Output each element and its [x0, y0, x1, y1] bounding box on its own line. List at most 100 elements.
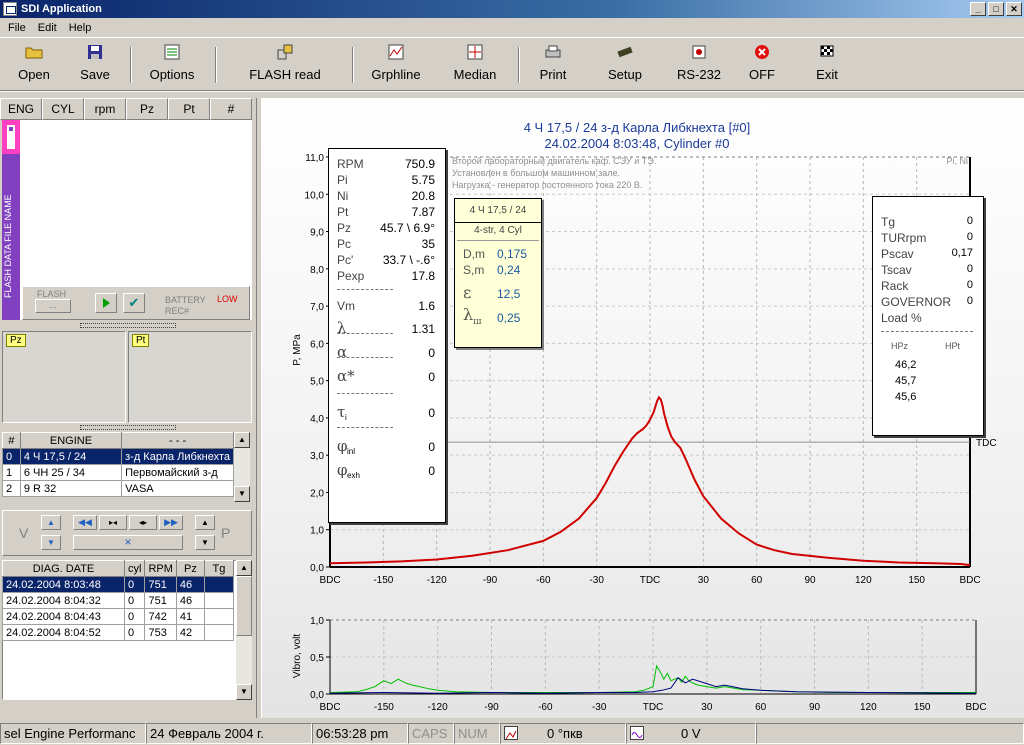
y-tick-label: 1,0	[310, 616, 324, 627]
nav-up-button[interactable]: ▲	[41, 515, 61, 530]
x-tick-label: -60	[538, 702, 553, 713]
delete-record-button[interactable]: ×	[73, 535, 183, 550]
scroll-up-icon[interactable]: ▲	[234, 432, 250, 448]
splitter-handle[interactable]	[80, 323, 176, 328]
param-label: φ	[337, 461, 348, 479]
nav-v-label: V	[19, 525, 29, 541]
table-row[interactable]: 24.02.2004 8:04:52 0 753 42	[2, 624, 235, 641]
status-num: NUM	[454, 723, 500, 744]
print-button[interactable]: Print	[532, 43, 574, 89]
table-row[interactable]: 1 6 ЧН 25 / 34 Первомайский з-д	[2, 464, 234, 481]
engine-col-dash[interactable]: - - -	[121, 432, 234, 449]
nav-panel: V ▲ ▼ ◀◀ ▸◂ ◂▸ ▶▶ × ▲ ▼ P	[2, 510, 252, 556]
play-button[interactable]	[95, 293, 117, 313]
x-tick-label: -120	[428, 702, 448, 713]
col-pz[interactable]: Pz	[126, 98, 168, 120]
median-button[interactable]: Median	[448, 43, 502, 89]
first-record-button[interactable]: ◀◀	[73, 515, 97, 530]
note-2: Установлен в большом машинном зале.	[452, 168, 620, 178]
col-cyl[interactable]: CYL	[42, 98, 84, 120]
y-tick-label: 0,0	[310, 563, 324, 574]
cell: 0	[123, 576, 146, 593]
cell: VASA	[121, 480, 234, 497]
diag-col-rpm[interactable]: RPM	[144, 560, 177, 577]
cell: 24.02.2004 8:04:32	[2, 592, 125, 609]
cell: 742	[144, 608, 177, 625]
scroll-down-icon[interactable]: ▼	[234, 486, 250, 502]
prev-record-button[interactable]: ▸◂	[99, 515, 127, 530]
p-up-button[interactable]: ▲	[195, 515, 215, 530]
cell: 0	[123, 608, 146, 625]
save-button[interactable]: Save	[74, 43, 116, 89]
nav-down-button[interactable]: ▼	[41, 535, 61, 550]
scroll-thumb[interactable]	[236, 576, 252, 636]
folder-icon	[24, 43, 44, 61]
col-pt[interactable]: Pt	[168, 98, 210, 120]
engine-scrollbar[interactable]: ▲ ▼	[234, 432, 250, 502]
cell	[203, 576, 235, 593]
col-eng[interactable]: ENG	[0, 98, 42, 120]
open-button[interactable]: Open	[14, 43, 54, 89]
diag-col-pz[interactable]: Pz	[175, 560, 205, 577]
col-rpm[interactable]: rpm	[84, 98, 126, 120]
rs232-button[interactable]: RS-232	[670, 43, 728, 89]
x-tick-label: -120	[427, 575, 447, 586]
last-record-button[interactable]: ▶▶	[159, 515, 183, 530]
menu-help[interactable]: Help	[63, 22, 98, 34]
flash-panel: FLASH ... ✔ BATTERY LOW REC#	[22, 286, 250, 320]
cell	[203, 624, 235, 641]
table-row[interactable]: 24.02.2004 8:04:43 0 742 41	[2, 608, 235, 625]
cell: 9 R 32	[19, 480, 123, 497]
check-button[interactable]: ✔	[123, 293, 145, 313]
options-icon	[162, 43, 182, 61]
table-row[interactable]: 24.02.2004 8:04:32 0 751 46	[2, 592, 235, 609]
table-row[interactable]: 24.02.2004 8:03:48 0 751 46	[2, 576, 235, 593]
diag-col-cyl[interactable]: cyl	[123, 560, 146, 577]
engine-card-d-label: D,m	[463, 247, 485, 261]
maximize-button[interactable]: □	[988, 2, 1004, 16]
cell: 42	[175, 624, 205, 641]
col-hash[interactable]: #	[210, 98, 252, 120]
rec-label: REC#	[165, 306, 190, 316]
engine-card: 4 Ч 17,5 / 24 4-str, 4 Cyl D,m 0,175 S,m…	[454, 198, 542, 348]
status-volt: 0 V	[626, 723, 756, 744]
x-tick-label: BDC	[319, 702, 340, 713]
graph-icon	[386, 43, 406, 61]
y-tick-label: 10,0	[305, 190, 325, 201]
setup-button[interactable]: Setup	[600, 43, 650, 89]
engine-col-engine[interactable]: ENGINE	[19, 432, 123, 449]
scroll-up-icon[interactable]: ▲	[236, 560, 252, 576]
next-record-button[interactable]: ◂▸	[129, 515, 157, 530]
menu-file[interactable]: File	[2, 22, 32, 34]
diag-col-date[interactable]: DIAG. DATE	[2, 560, 125, 577]
flash-browse-button[interactable]: ...	[35, 299, 71, 313]
options-button[interactable]: Options	[144, 43, 200, 89]
info-icon	[2, 120, 20, 154]
param-value: 1.31	[411, 322, 435, 336]
x-tick-label: 150	[914, 702, 931, 713]
menu-edit[interactable]: Edit	[32, 22, 63, 34]
y-tick-label: 0,0	[310, 690, 324, 701]
turbo-param-label: Tg	[881, 215, 896, 229]
exit-button[interactable]: Exit	[810, 43, 844, 89]
flash-read-button[interactable]: FLASH read	[242, 43, 328, 89]
scroll-down-icon[interactable]: ▼	[236, 684, 252, 700]
pz-mini-panel: Pz	[2, 331, 126, 423]
diag-scrollbar[interactable]: ▲ ▼	[236, 560, 252, 700]
grphline-button[interactable]: Grphline	[366, 43, 426, 89]
pt-mini-panel: Pt	[128, 331, 252, 423]
table-row[interactable]: 0 4 Ч 17,5 / 24 з-д Карла Либкнехта	[2, 448, 234, 465]
close-button[interactable]: ✕	[1006, 2, 1022, 16]
hpz-value: 45,7	[895, 375, 917, 387]
table-row[interactable]: 2 9 R 32 VASA	[2, 480, 234, 497]
splitter-handle-2[interactable]	[80, 425, 176, 430]
corner-label: Pi, Ni	[946, 156, 968, 166]
x-tick-label: 60	[755, 702, 767, 713]
param-label: Pexp	[337, 269, 365, 283]
diag-col-tg[interactable]: Tg	[203, 560, 235, 577]
engine-col-num[interactable]: #	[2, 432, 21, 449]
p-down-button[interactable]: ▼	[195, 535, 215, 550]
off-button[interactable]: OFF	[744, 43, 780, 89]
left-pane: ENG CYL rpm Pz Pt # FLASH DATA FILE NAME…	[0, 98, 256, 718]
minimize-button[interactable]: _	[970, 2, 986, 16]
